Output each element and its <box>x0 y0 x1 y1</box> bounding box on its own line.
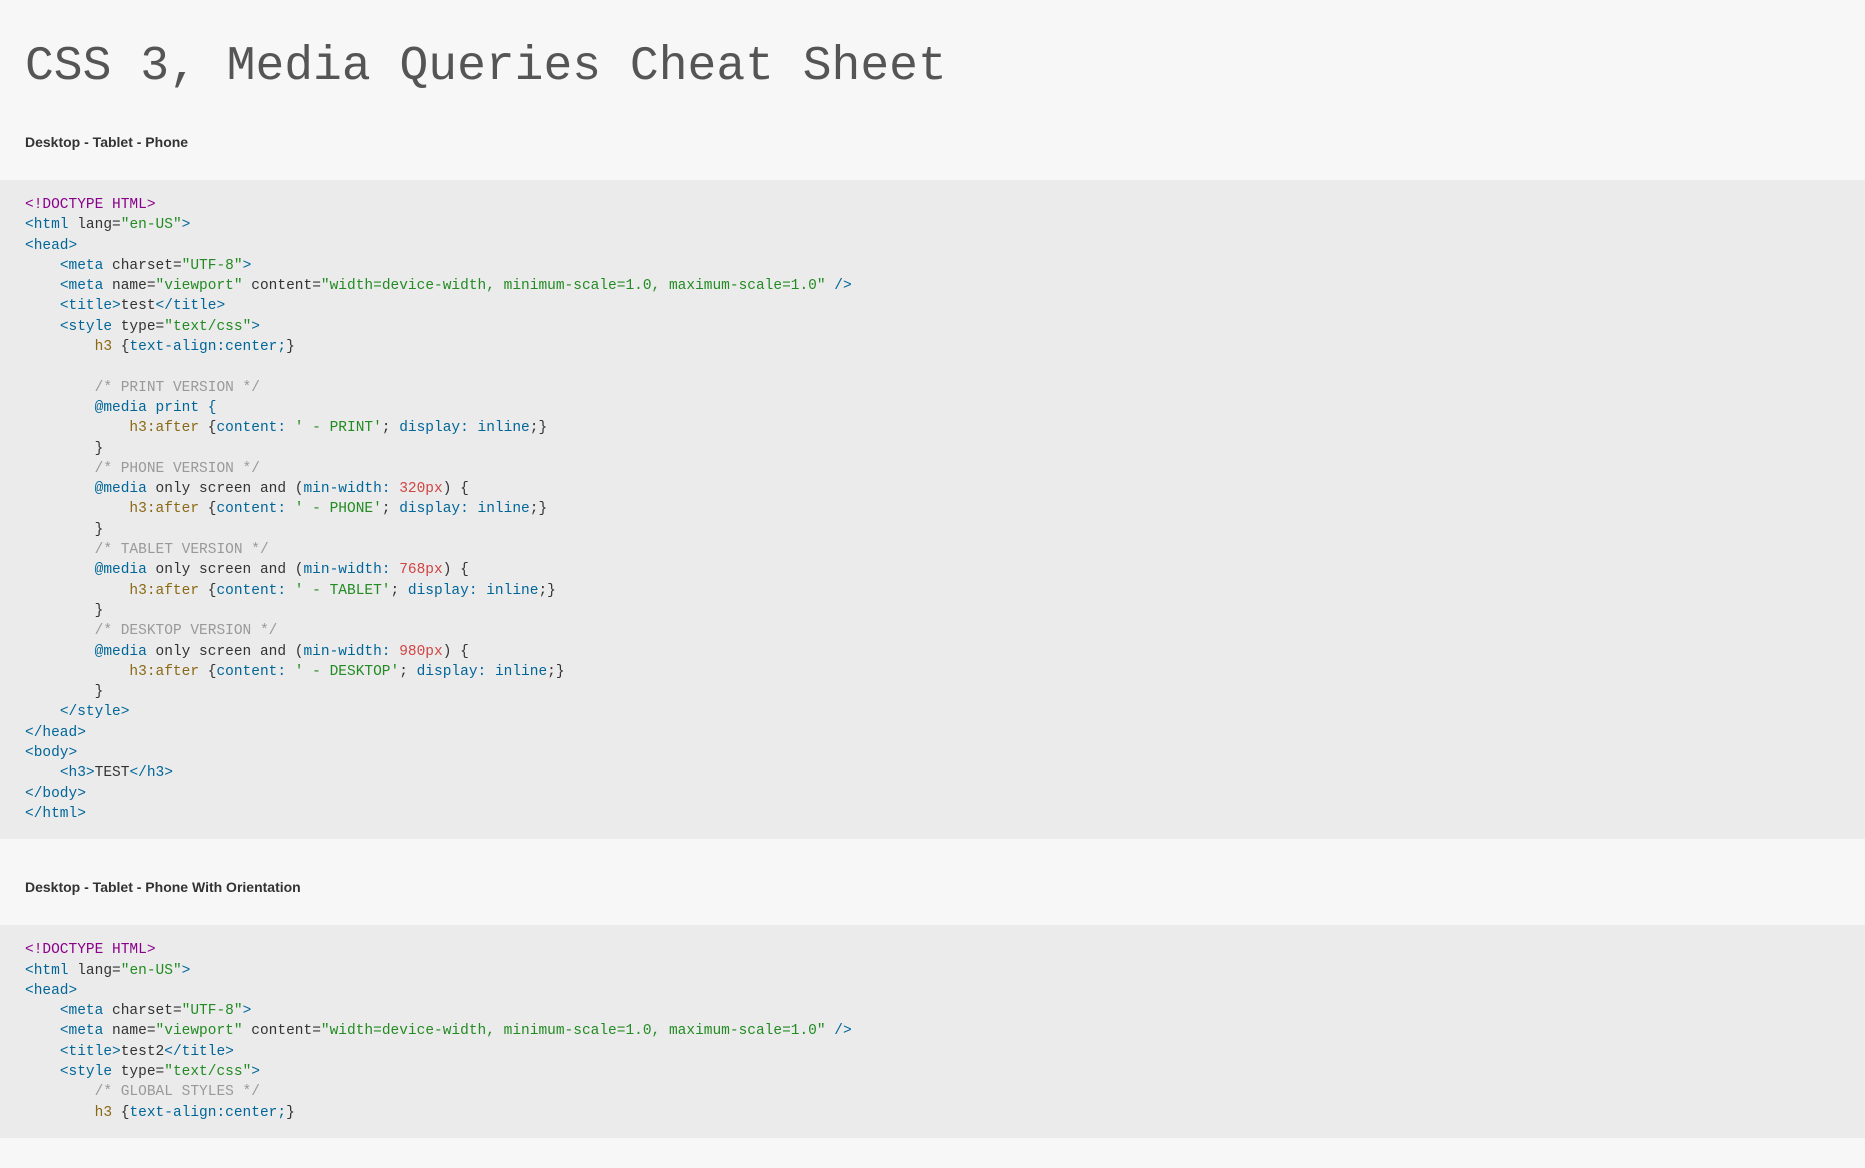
html-open: <html <box>25 217 69 233</box>
style-close: </style> <box>60 704 130 720</box>
title-tag: <title> <box>60 298 121 314</box>
section-heading-1: Desktop - Tablet - Phone <box>0 124 1865 180</box>
meta-viewport: <meta <box>60 278 104 294</box>
doctype-2: <!DOCTYPE HTML> <box>25 942 156 958</box>
html-close: </html> <box>25 806 86 822</box>
head-open: <head> <box>25 238 77 254</box>
doctype: <!DOCTYPE HTML> <box>25 197 156 213</box>
comment-tablet: /* TABLET VERSION */ <box>95 542 269 558</box>
page-title: CSS 3, Media Queries Cheat Sheet <box>0 0 1865 124</box>
comment-print: /* PRINT VERSION */ <box>95 380 260 396</box>
code-block-2: <!DOCTYPE HTML> <html lang="en-US"> <hea… <box>0 925 1865 1138</box>
style-open: <style <box>60 319 112 335</box>
code-block-1: <!DOCTYPE HTML> <html lang="en-US"> <hea… <box>0 180 1865 839</box>
comment-desktop: /* DESKTOP VERSION */ <box>95 623 278 639</box>
section-heading-2: Desktop - Tablet - Phone With Orientatio… <box>0 869 1865 925</box>
head-close: </head> <box>25 725 86 741</box>
comment-global: /* GLOBAL STYLES */ <box>95 1084 260 1100</box>
comment-phone: /* PHONE VERSION */ <box>95 461 260 477</box>
body-open: <body> <box>25 745 77 761</box>
meta-charset: <meta <box>60 258 104 274</box>
body-close: </body> <box>25 786 86 802</box>
